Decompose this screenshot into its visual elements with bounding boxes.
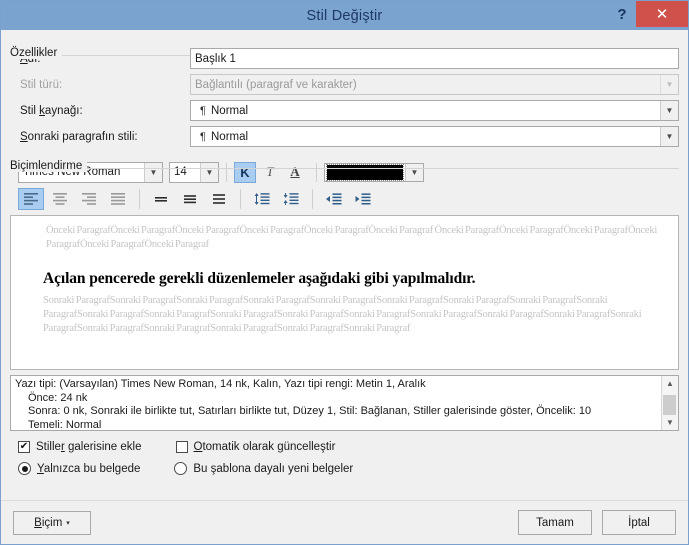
font-size-dropdown[interactable]: 14 ▼ (169, 161, 219, 183)
add-to-gallery-checkbox[interactable]: ✔ (18, 440, 30, 453)
paragraph-formatting-toolbar (10, 187, 679, 211)
format-button[interactable]: Biçim ▾ (13, 510, 91, 535)
toolbar-divider (316, 162, 317, 182)
chevron-down-icon[interactable]: ▼ (144, 162, 162, 182)
properties-group: Özellikler Adı: Başlık 1 Stil türü: Bağl… (10, 47, 679, 147)
description-line-1: Yazı tipi: (Varsayılan) Times New Roman,… (15, 378, 426, 390)
help-icon[interactable]: ? (608, 1, 636, 27)
title-bar: Stil Değiştir ? ✕ (1, 1, 688, 30)
increase-indent-icon[interactable] (350, 188, 376, 210)
pilcrow-icon: ¶ (200, 104, 206, 117)
toolbar-divider (139, 189, 140, 209)
based-on-value: Normal (211, 104, 249, 117)
style-type-label: Stil türü: (20, 78, 63, 91)
based-on-dropdown[interactable]: ¶ Normal ▼ (190, 100, 679, 121)
formatting-group-divider (10, 168, 679, 169)
scrollbar-track[interactable] (662, 391, 678, 415)
space-before-paragraph-icon[interactable] (249, 188, 275, 210)
style-type-row: Stil türü: Bağlantılı (paragraf ve karak… (10, 74, 679, 95)
auto-update-label: Otomatik olarak güncelleştir (193, 440, 336, 453)
next-style-label: Sonraki paragrafın stili: (20, 130, 138, 143)
style-name-value: Başlık 1 (195, 52, 236, 65)
align-left-icon[interactable] (18, 188, 44, 210)
line-spacing-double-icon[interactable] (206, 188, 232, 210)
only-this-document-label: Yalnızca bu belgede (37, 462, 141, 475)
preview-following-paragraph: Sonraki ParagrafSonraki ParagrafSonraki … (43, 295, 642, 334)
font-color-dropdown[interactable]: ▼ (324, 162, 424, 182)
style-name-input[interactable]: Başlık 1 (190, 48, 679, 69)
chevron-down-icon[interactable]: ▼ (200, 162, 218, 182)
toolbar-divider (226, 162, 227, 182)
checkbox-options-row: ✔ Stiller galerisine ekle Otomatik olara… (10, 437, 679, 456)
chevron-down-icon[interactable]: ▼ (660, 127, 678, 146)
check-mark-icon: ✔ (19, 440, 29, 452)
style-type-value: Bağlantılı (paragraf ve karakter) (195, 78, 357, 91)
new-documents-radio[interactable] (174, 462, 188, 475)
chevron-down-icon[interactable]: ▼ (660, 101, 678, 120)
align-right-icon[interactable] (76, 188, 102, 210)
modify-style-dialog: Stil Değiştir ? ✕ Özellikler Adı: Başlık… (0, 0, 689, 545)
new-documents-label: Bu şablona dayalı yeni belgeler (193, 462, 354, 475)
description-line-3: Sonra: 0 nk, Sonraki ile birlikte tut, S… (28, 405, 592, 417)
preview-previous-paragraph: Önceki ParagrafÖnceki ParagrafÖnceki Par… (46, 225, 658, 250)
character-formatting-toolbar: Times New Roman ▼ 14 ▼ K T A ▼ (10, 161, 679, 183)
style-description-pane: Yazı tipi: (Varsayılan) Times New Roman,… (10, 375, 679, 431)
pilcrow-icon: ¶ (200, 130, 206, 143)
align-justify-icon[interactable] (105, 188, 131, 210)
description-line-4: Temeli: Normal (28, 418, 102, 431)
auto-update-checkbox[interactable] (175, 440, 188, 453)
based-on-label: Stil kaynağı: (20, 104, 83, 117)
based-on-row: Stil kaynağı: ¶ Normal ▼ (10, 100, 679, 121)
formatting-group: Biçimlendirme Times New Roman ▼ 14 ▼ K T… (10, 160, 679, 478)
line-spacing-single-icon[interactable] (148, 188, 174, 210)
next-style-row: Sonraki paragrafın stili: ¶ Normal ▼ (10, 126, 679, 147)
dialog-footer: Biçim ▾ Tamam İptal (1, 500, 688, 544)
caret-down-icon: ▾ (66, 519, 70, 527)
properties-group-label: Özellikler (10, 47, 63, 59)
underline-button[interactable]: A (284, 162, 306, 183)
space-after-paragraph-icon[interactable] (278, 188, 304, 210)
style-preview-pane: Önceki ParagrafÖnceki ParagrafÖnceki Par… (10, 215, 679, 370)
ok-button[interactable]: Tamam (518, 510, 592, 535)
next-style-value: Normal (211, 130, 249, 143)
style-name-row: Adı: Başlık 1 (10, 48, 679, 69)
toolbar-divider (312, 189, 313, 209)
style-description-text: Yazı tipi: (Varsayılan) Times New Roman,… (11, 376, 661, 430)
close-icon[interactable]: ✕ (636, 1, 688, 27)
scrollbar-thumb[interactable] (663, 395, 676, 415)
font-color-swatch (326, 163, 404, 181)
toolbar-divider (240, 189, 241, 209)
italic-button[interactable]: T (259, 162, 281, 183)
preview-sample-text: Açılan pencerede gerekli düzenlemeler aş… (43, 270, 476, 287)
format-button-label: Biçim (34, 516, 63, 529)
style-type-dropdown: Bağlantılı (paragraf ve karakter) ▼ (190, 74, 679, 95)
align-center-icon[interactable] (47, 188, 73, 210)
description-line-2: Önce: 24 nk (28, 391, 88, 404)
next-style-dropdown[interactable]: ¶ Normal ▼ (190, 126, 679, 147)
line-spacing-one-and-half-icon[interactable] (177, 188, 203, 210)
only-this-document-radio[interactable] (18, 462, 31, 475)
description-scrollbar[interactable]: ▲ ▼ (661, 376, 678, 430)
bold-button[interactable]: K (234, 161, 256, 183)
add-to-gallery-label: Stiller galerisine ekle (36, 440, 142, 453)
title-bar-buttons: ? ✕ (608, 1, 688, 30)
formatting-group-label: Biçimlendirme (10, 160, 88, 172)
dialog-title: Stil Değiştir (306, 7, 383, 24)
scroll-up-icon[interactable]: ▲ (662, 376, 678, 391)
decrease-indent-icon[interactable] (321, 188, 347, 210)
chevron-down-icon[interactable]: ▼ (405, 163, 423, 181)
chevron-down-icon: ▼ (660, 75, 678, 94)
cancel-button[interactable]: İptal (602, 510, 676, 535)
scroll-down-icon[interactable]: ▼ (662, 415, 678, 430)
dialog-body: Özellikler Adı: Başlık 1 Stil türü: Bağl… (1, 30, 688, 500)
radio-dot-icon (21, 465, 28, 472)
radio-options-row: Yalnızca bu belgede Bu şablona dayalı ye… (10, 459, 679, 478)
